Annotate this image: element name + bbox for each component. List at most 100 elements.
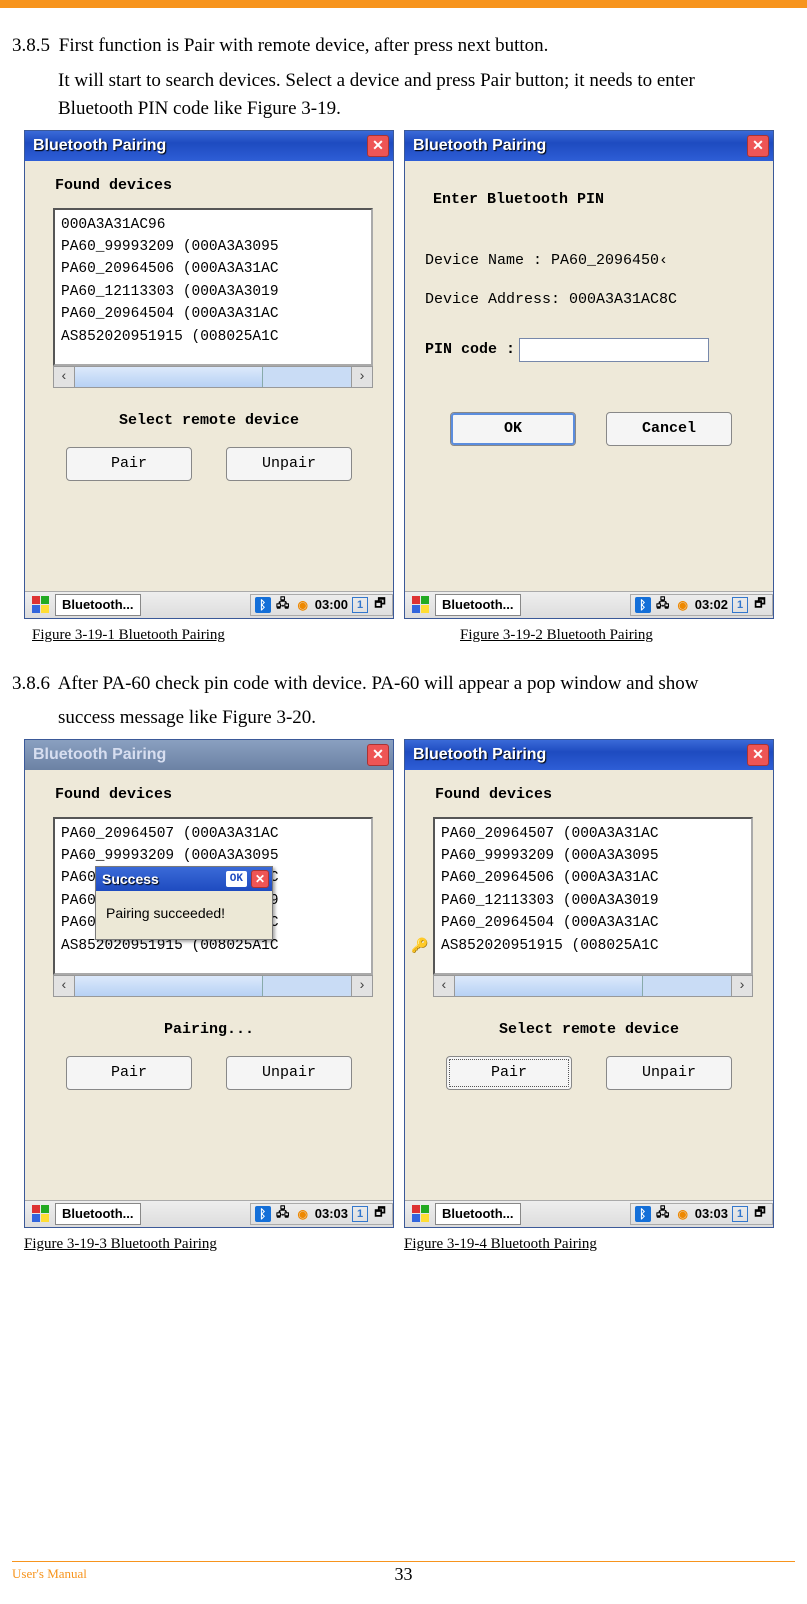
network-icon[interactable]: 🖧 [275, 597, 291, 613]
select-remote-label-1: Select remote device [33, 412, 385, 429]
close-button-3[interactable]: ✕ [367, 744, 389, 766]
windows-tray-icon[interactable]: 🗗 [372, 1206, 388, 1222]
hscrollbar-4[interactable]: ‹ › [433, 975, 753, 997]
bluetooth-icon[interactable]: ᛒ [255, 1206, 271, 1222]
device-item[interactable]: PA60_12113303 (000A3A3019 [61, 281, 371, 303]
close-button-4[interactable]: ✕ [747, 744, 769, 766]
taskbar-task-3[interactable]: Bluetooth... [55, 1203, 141, 1225]
start-icon[interactable] [29, 594, 53, 616]
input-indicator-icon[interactable]: 1 [352, 1206, 368, 1222]
ok-button[interactable]: OK [450, 412, 576, 446]
window-title-2: Bluetooth Pairing [413, 137, 546, 155]
scroll-track[interactable] [75, 366, 351, 388]
taskbar-task-1[interactable]: Bluetooth... [55, 594, 141, 616]
taskbar-task-4[interactable]: Bluetooth... [435, 1203, 521, 1225]
network-icon[interactable]: 🖧 [655, 1206, 671, 1222]
start-icon[interactable] [29, 1203, 53, 1225]
scroll-track[interactable] [455, 975, 731, 997]
device-list-1[interactable]: 000A3A31AC96 PA60_99993209 (000A3A3095 P… [53, 208, 373, 366]
close-button-1[interactable]: ✕ [367, 135, 389, 157]
windows-tray-icon[interactable]: 🗗 [372, 597, 388, 613]
scroll-thumb[interactable] [455, 976, 643, 996]
start-icon[interactable] [409, 594, 433, 616]
input-indicator-icon[interactable]: 1 [732, 1206, 748, 1222]
taskbar-3: Bluetooth... ᛒ 🖧 ◉ 03:03 1 🗗 [25, 1200, 393, 1227]
popup-ok-button[interactable]: OK [226, 871, 247, 887]
wifi-icon[interactable]: ◉ [675, 1206, 691, 1222]
page-footer: User's Manual 33 [12, 1561, 795, 1592]
titlebar-1: Bluetooth Pairing ✕ [25, 131, 393, 161]
device-item[interactable]: AS852020951915 (008025A1C [441, 935, 751, 957]
unpair-button-4[interactable]: Unpair [606, 1056, 732, 1090]
start-icon[interactable] [409, 1203, 433, 1225]
device-name-value: PA60_2096450‹ [551, 252, 668, 269]
popup-close-button[interactable]: ✕ [251, 870, 269, 888]
wifi-icon[interactable]: ◉ [295, 1206, 311, 1222]
scroll-track[interactable] [75, 975, 351, 997]
device-item[interactable]: PA60_99993209 (000A3A3095 [61, 236, 371, 258]
bluetooth-icon[interactable]: ᛒ [635, 597, 651, 613]
device-item[interactable]: 000A3A31AC96 [61, 214, 371, 236]
unpair-button-3[interactable]: Unpair [226, 1056, 352, 1090]
windows-tray-icon[interactable]: 🗗 [752, 597, 768, 613]
section-385-line2: It will start to search devices. Select … [58, 67, 795, 96]
windows-tray-icon[interactable]: 🗗 [752, 1206, 768, 1222]
top-orange-bar [0, 0, 807, 8]
taskbar-task-2[interactable]: Bluetooth... [435, 594, 521, 616]
scroll-left-icon[interactable]: ‹ [433, 975, 455, 997]
hscrollbar-1[interactable]: ‹ › [53, 366, 373, 388]
taskbar-2: Bluetooth... ᛒ 🖧 ◉ 03:02 1 🗗 [405, 591, 773, 618]
wifi-icon[interactable]: ◉ [675, 597, 691, 613]
device-item[interactable]: PA60_20964504 (000A3A31AC [61, 303, 371, 325]
success-popup: Success OK ✕ Pairing succeeded! [95, 866, 273, 940]
scroll-right-icon[interactable]: › [351, 975, 373, 997]
popup-body: Pairing succeeded! [96, 891, 272, 939]
titlebar-3-inactive: Bluetooth Pairing ✕ [25, 740, 393, 770]
bluetooth-icon[interactable]: ᛒ [255, 597, 271, 613]
device-item[interactable]: PA60_99993209 (000A3A3095 [61, 845, 371, 867]
device-name-label: Device Name : [425, 252, 551, 269]
unpair-button-1[interactable]: Unpair [226, 447, 352, 481]
device-item[interactable]: PA60_20964507 (000A3A31AC [441, 823, 751, 845]
caption-2: Figure 3-19-2 Bluetooth Pairing [460, 627, 774, 644]
device-item[interactable]: PA60_20964506 (000A3A31AC [441, 867, 751, 889]
pin-code-label: PIN code : [425, 341, 515, 358]
wifi-icon[interactable]: ◉ [295, 597, 311, 613]
found-devices-label-4: Found devices [435, 786, 765, 803]
tray-1: ᛒ 🖧 ◉ 03:00 1 🗗 [250, 594, 393, 616]
device-list-4[interactable]: PA60_20964507 (000A3A31AC PA60_99993209 … [433, 817, 753, 975]
tray-2: ᛒ 🖧 ◉ 03:02 1 🗗 [630, 594, 773, 616]
device-item[interactable]: AS852020951915 (008025A1C [61, 326, 371, 348]
device-item[interactable]: PA60_99993209 (000A3A3095 [441, 845, 751, 867]
window-2: Bluetooth Pairing ✕ Enter Bluetooth PIN … [404, 130, 774, 619]
device-item[interactable]: PA60_20964504 (000A3A31AC [441, 912, 751, 934]
pair-button-4[interactable]: Pair [446, 1056, 572, 1090]
scroll-left-icon[interactable]: ‹ [53, 975, 75, 997]
section-385-text1: First function is Pair with remote devic… [59, 35, 549, 56]
pin-code-input[interactable] [519, 338, 709, 362]
scroll-right-icon[interactable]: › [731, 975, 753, 997]
device-item[interactable]: PA60_20964507 (000A3A31AC [61, 823, 371, 845]
device-item[interactable]: PA60_20964506 (000A3A31AC [61, 258, 371, 280]
cancel-button[interactable]: Cancel [606, 412, 732, 446]
scroll-thumb[interactable] [75, 367, 263, 387]
network-icon[interactable]: 🖧 [275, 1206, 291, 1222]
scroll-thumb[interactable] [75, 976, 263, 996]
device-item[interactable]: PA60_12113303 (000A3A3019 [441, 890, 751, 912]
footer-page-number: 33 [395, 1564, 413, 1585]
network-icon[interactable]: 🖧 [655, 597, 671, 613]
paired-key-icon: 🔑 [411, 938, 428, 955]
device-address-label: Device Address: [425, 291, 569, 308]
input-indicator-icon[interactable]: 1 [352, 597, 368, 613]
scroll-left-icon[interactable]: ‹ [53, 366, 75, 388]
pair-button-3[interactable]: Pair [66, 1056, 192, 1090]
input-indicator-icon[interactable]: 1 [732, 597, 748, 613]
hscrollbar-3[interactable]: ‹ › [53, 975, 373, 997]
scroll-right-icon[interactable]: › [351, 366, 373, 388]
found-devices-label-1: Found devices [55, 177, 385, 194]
clock-1: 03:00 [315, 597, 348, 612]
close-button-2[interactable]: ✕ [747, 135, 769, 157]
bluetooth-icon[interactable]: ᛒ [635, 1206, 651, 1222]
pair-button-1[interactable]: Pair [66, 447, 192, 481]
select-remote-label-4: Select remote device [413, 1021, 765, 1038]
